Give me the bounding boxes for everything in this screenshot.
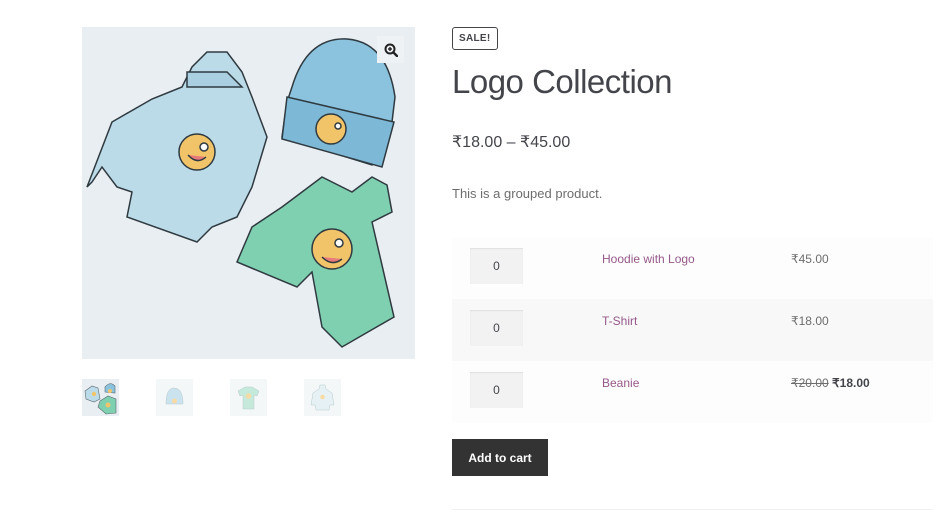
grouped-product-row: T-Shirt ₹18.00: [452, 299, 933, 361]
thumbnail-image: [304, 379, 341, 416]
quantity-input[interactable]: [470, 310, 523, 346]
product-price: ₹45.00: [791, 252, 829, 266]
product-link[interactable]: T-Shirt: [602, 314, 637, 328]
thumbnail-tshirt[interactable]: [230, 379, 267, 416]
product-link[interactable]: Beanie: [602, 376, 639, 390]
thumbnail-image: [156, 379, 193, 416]
thumbnail-image: [230, 379, 267, 416]
grouped-product-row: Beanie ₹20.00 ₹18.00: [452, 361, 933, 423]
product-short-description: This is a grouped product.: [452, 186, 603, 201]
grouped-products-table: Hoodie with Logo ₹45.00 T-Shirt ₹18.00 B…: [452, 237, 933, 423]
tshirt-illustration: [236, 176, 395, 348]
price-range: ₹18.00 – ₹45.00: [452, 134, 571, 151]
thumbnail-hoodie[interactable]: [304, 379, 341, 416]
add-to-cart-button[interactable]: Add to cart: [452, 439, 548, 476]
product-title: Logo Collection: [452, 63, 673, 100]
zoom-trigger[interactable]: [377, 36, 404, 63]
product-price: ₹20.00 ₹18.00: [791, 376, 870, 390]
zoom-in-icon: [384, 43, 398, 57]
product-illustration: [86, 38, 396, 348]
thumbnail-image: [82, 379, 119, 416]
product-link[interactable]: Hoodie with Logo: [602, 252, 695, 266]
thumbnail-beanie[interactable]: [156, 379, 193, 416]
sale-price: ₹18.00: [832, 376, 870, 390]
grouped-product-row: Hoodie with Logo ₹45.00: [452, 237, 933, 299]
regular-price: ₹20.00: [791, 376, 829, 390]
sale-badge: SALE!: [452, 27, 498, 50]
product-price: ₹18.00: [791, 314, 829, 328]
quantity-input[interactable]: [470, 248, 523, 284]
hoodie-illustration: [86, 51, 268, 243]
section-divider: [452, 509, 933, 510]
product-main-image[interactable]: [82, 27, 415, 359]
thumbnail-logo-collection[interactable]: [82, 379, 119, 416]
quantity-input[interactable]: [470, 372, 523, 408]
